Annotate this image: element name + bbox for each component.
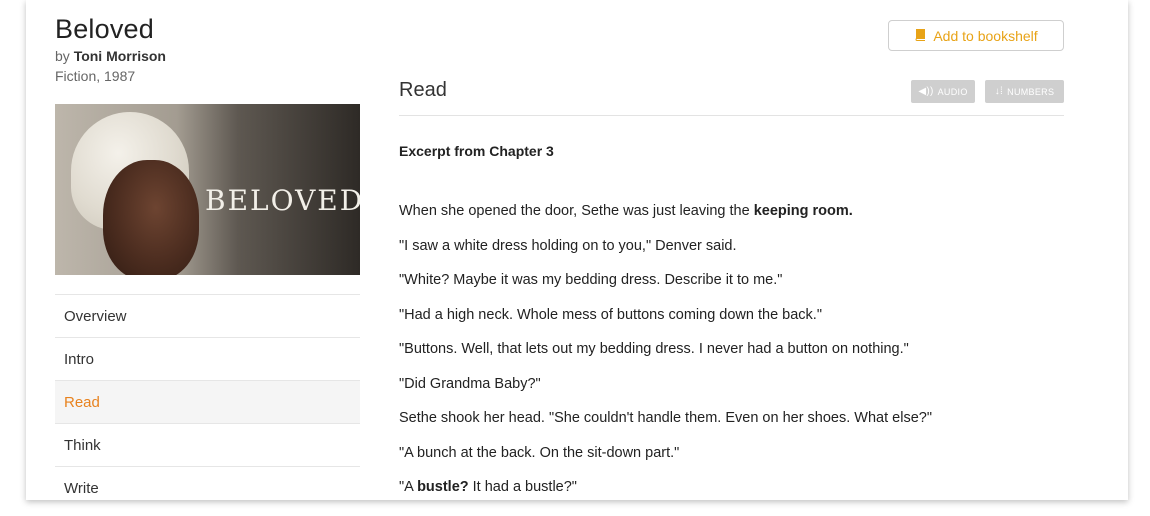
- speaker-icon: ◀)): [918, 86, 934, 97]
- cover-title-text: BELOVED: [205, 184, 360, 217]
- audio-label: AUDIO: [937, 86, 968, 97]
- excerpt-title: Excerpt from Chapter 3: [399, 143, 554, 159]
- side-nav-intro[interactable]: Intro: [55, 338, 360, 381]
- author-name: Toni Morrison: [73, 48, 166, 64]
- excerpt-line: Sethe shook her head. "She couldn't hand…: [399, 410, 932, 426]
- excerpt-line: "I saw a white dress holding on to you,"…: [399, 237, 737, 254]
- book-icon: [914, 28, 927, 44]
- excerpt-line: "A bunch at the back. On the sit-down pa…: [399, 444, 680, 461]
- excerpt-line: "A bustle? It had a bustle?": [399, 479, 577, 495]
- author-prefix: by: [55, 48, 70, 64]
- side-nav-think[interactable]: Think: [55, 424, 360, 467]
- side-nav-read[interactable]: Read: [55, 381, 360, 424]
- excerpt-line: "Did Grandma Baby?": [399, 375, 541, 392]
- excerpt-line: "Had a high neck. Whole mess of buttons …: [399, 306, 822, 323]
- excerpt-line: "Buttons. Well, that lets out my bedding…: [399, 341, 909, 357]
- side-nav-overview[interactable]: Overview: [55, 295, 360, 338]
- book-cover-image: BELOVED: [55, 104, 360, 275]
- excerpt-line: "White? Maybe it was my bedding dress. D…: [399, 272, 783, 288]
- cover-face: [103, 160, 199, 275]
- side-nav-write[interactable]: Write: [55, 467, 360, 500]
- numbers-button[interactable]: ↓⁞ NUMBERS: [985, 80, 1064, 103]
- heading-divider: [399, 115, 1064, 116]
- book-author-line: by Toni Morrison: [55, 48, 166, 64]
- add-to-bookshelf-button[interactable]: Add to bookshelf: [888, 20, 1064, 51]
- section-heading: Read: [399, 79, 447, 101]
- book-meta: Fiction, 1987: [55, 68, 136, 84]
- line-numbers-icon: ↓⁞: [994, 86, 1004, 97]
- numbers-label: NUMBERS: [1007, 86, 1055, 97]
- add-to-bookshelf-label: Add to bookshelf: [933, 27, 1038, 44]
- side-nav: Overview Intro Read Think Write: [55, 294, 360, 500]
- audio-button[interactable]: ◀)) AUDIO: [911, 80, 975, 103]
- excerpt-line: When she opened the door, Sethe was just…: [399, 203, 853, 219]
- book-title: Beloved: [55, 14, 154, 44]
- excerpt-text: When she opened the door, Sethe was just…: [399, 203, 1064, 500]
- book-card: Beloved by Toni Morrison Fiction, 1987 B…: [26, 0, 1128, 500]
